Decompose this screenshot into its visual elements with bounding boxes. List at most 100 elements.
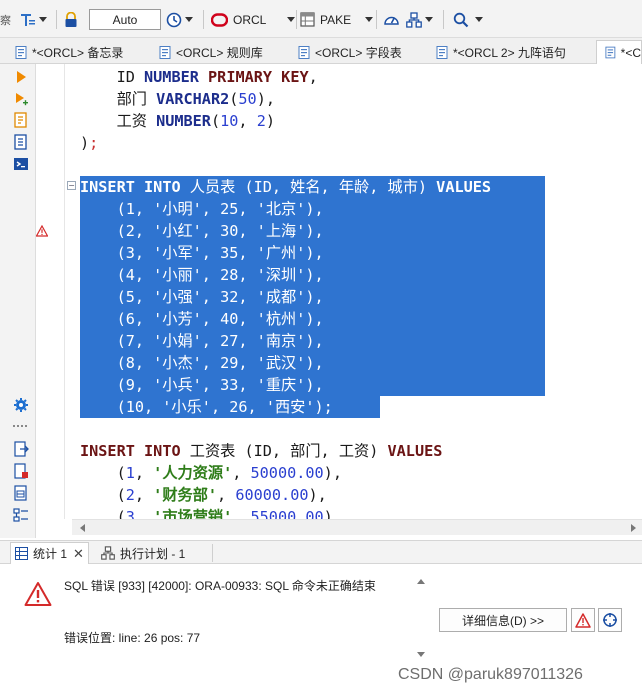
toolbar-divider [376,10,377,29]
transaction-mode-button[interactable] [406,9,433,30]
code-line-selected: (7, '小娟', 27, '南京'), [80,330,545,352]
chevron-down-icon [39,17,47,22]
message-scrollbar[interactable] [414,577,428,659]
sql-script-icon [159,45,171,59]
result-limit-input[interactable]: Auto [89,9,161,30]
tab-fields[interactable]: <ORCL> 字段表 [298,41,402,63]
tab-statements[interactable]: *<ORCL 2> 九阵语句 [436,41,566,63]
sql-script-icon [436,45,448,59]
warning-marker-icon[interactable] [36,225,48,237]
search-button[interactable] [453,9,483,30]
sidebar-divider [13,425,27,427]
sql-document-icon[interactable] [13,134,29,150]
left-edge-text: 察 [0,9,11,30]
code-line-selected: (4, '小丽', 28, '深圳'), [80,264,545,286]
result-limit-value: Auto [112,12,138,27]
clock-icon [166,12,182,27]
sql-editor[interactable]: ID NUMBER PRIMARY KEY, 部门 VARCHAR2(50), … [36,64,642,519]
grid-icon [15,547,28,560]
code-line-selected: (6, '小芳', 40, '杭州'), [80,308,545,330]
scroll-left-icon[interactable] [80,524,85,532]
toolbar-divider [203,10,204,29]
connection-name: ORCL [233,12,267,27]
error-message: SQL 错误 [933] [42000]: ORA-00933: SQL 命令未… [64,579,376,593]
tab-label: 执行计划 - 1 [120,546,186,561]
tab-memo[interactable]: *<ORCL> 备忘录 [15,41,123,63]
code-line: (2, '财务部', 60000.00), [80,486,327,504]
editor-side-toolbar [0,64,36,538]
chevron-down-icon [287,17,296,22]
watermark-text: CSDN @paruk897011326 [398,666,583,683]
horizontal-scrollbar[interactable] [72,519,642,535]
schema-selector[interactable]: PAKE [300,9,374,30]
tab-label: 统计 1 [33,547,68,561]
locate-button[interactable] [598,608,622,632]
code-line-selected: (1, '小明', 25, '北京'), [80,198,545,220]
gutter-separator [64,64,65,519]
oracle-db-icon [211,12,228,27]
history-button[interactable] [166,9,193,30]
editor-tab-bar: *<ORCL> 备忘录 <ORCL> 规则库 <ORCL> 字段表 *<ORCL… [0,38,642,64]
scroll-up-icon[interactable] [417,579,425,584]
search-icon [453,12,469,27]
code-line-selected: (10, '小乐', 26, '西安'); [80,396,380,418]
chevron-down-icon [475,17,483,22]
network-icon [101,546,115,560]
scroll-right-icon[interactable] [631,524,636,532]
lock-button[interactable] [64,9,78,30]
code-line-selected: (5, '小强', 32, '成都'), [80,286,545,308]
details-button-label: 详细信息(D) >> [461,613,544,628]
export-icon[interactable] [13,441,29,457]
tab-statistics[interactable]: 统计 1 ✕ [10,542,89,564]
sql-script-icon [605,46,616,59]
gear-icon[interactable] [13,397,29,413]
code-line: 部门 VARCHAR2(50), [80,90,275,108]
tab-label: *<C [620,45,641,60]
data-file-icon[interactable] [13,485,29,501]
chevron-down-icon [185,17,193,22]
fold-toggle-icon[interactable]: − [67,181,76,190]
tab-divider [212,544,213,562]
toolbar-divider [296,10,297,29]
connection-selector[interactable]: ORCL [211,9,296,30]
tab-rules[interactable]: <ORCL> 规则库 [159,41,263,63]
editor-gutter [36,64,64,519]
run-script-icon[interactable] [13,91,29,107]
tab-label: <ORCL> 规则库 [176,45,263,60]
tab-label: <ORCL> 字段表 [315,45,402,60]
tab-active[interactable]: *<C [596,40,642,64]
toolbar-divider [443,10,444,29]
console-icon[interactable] [13,156,29,172]
scroll-down-icon[interactable] [417,652,425,657]
outline-icon[interactable] [13,507,29,523]
tab-label: *<ORCL> 备忘录 [32,45,124,60]
error-log-button[interactable] [571,608,595,632]
code-line-selected: (8, '小杰', 29, '武汉'), [80,352,545,374]
run-statement-icon[interactable] [13,69,29,85]
code-line: ID NUMBER PRIMARY KEY, [80,68,318,86]
file-error-icon[interactable] [13,463,29,479]
left-edge-glyph: 察 [0,14,11,27]
error-position: 错误位置: line: 26 pos: 77 [64,631,201,645]
details-button[interactable]: 详细信息(D) >> [439,608,567,632]
sql-script-icon [298,45,310,59]
crosshair-icon [603,613,617,627]
code-line-selected: (2, '小红', 30, '上海'), [80,220,545,242]
toolbar-divider [56,10,57,29]
sql-script-icon [15,45,27,59]
close-icon[interactable]: ✕ [73,546,84,562]
chevron-down-icon [365,17,374,22]
gauge-icon [384,16,399,25]
code-line: ); [80,134,99,152]
warning-icon [575,612,591,628]
code-line-selected: (3, '小军', 35, '广州'), [80,242,545,264]
format-dropdown-button[interactable] [20,9,47,30]
tab-execution-plan[interactable]: 执行计划 - 1 [101,542,185,564]
tab-label: *<ORCL 2> 九阵语句 [453,45,566,60]
schema-icon [300,12,315,27]
network-icon [406,11,422,28]
code-line: 工资 NUMBER(10, 2) [80,112,276,130]
explain-plan-icon[interactable] [13,112,29,128]
dashboard-button[interactable] [383,9,400,30]
error-panel: SQL 错误 [933] [42000]: ORA-00933: SQL 命令未… [0,565,642,697]
